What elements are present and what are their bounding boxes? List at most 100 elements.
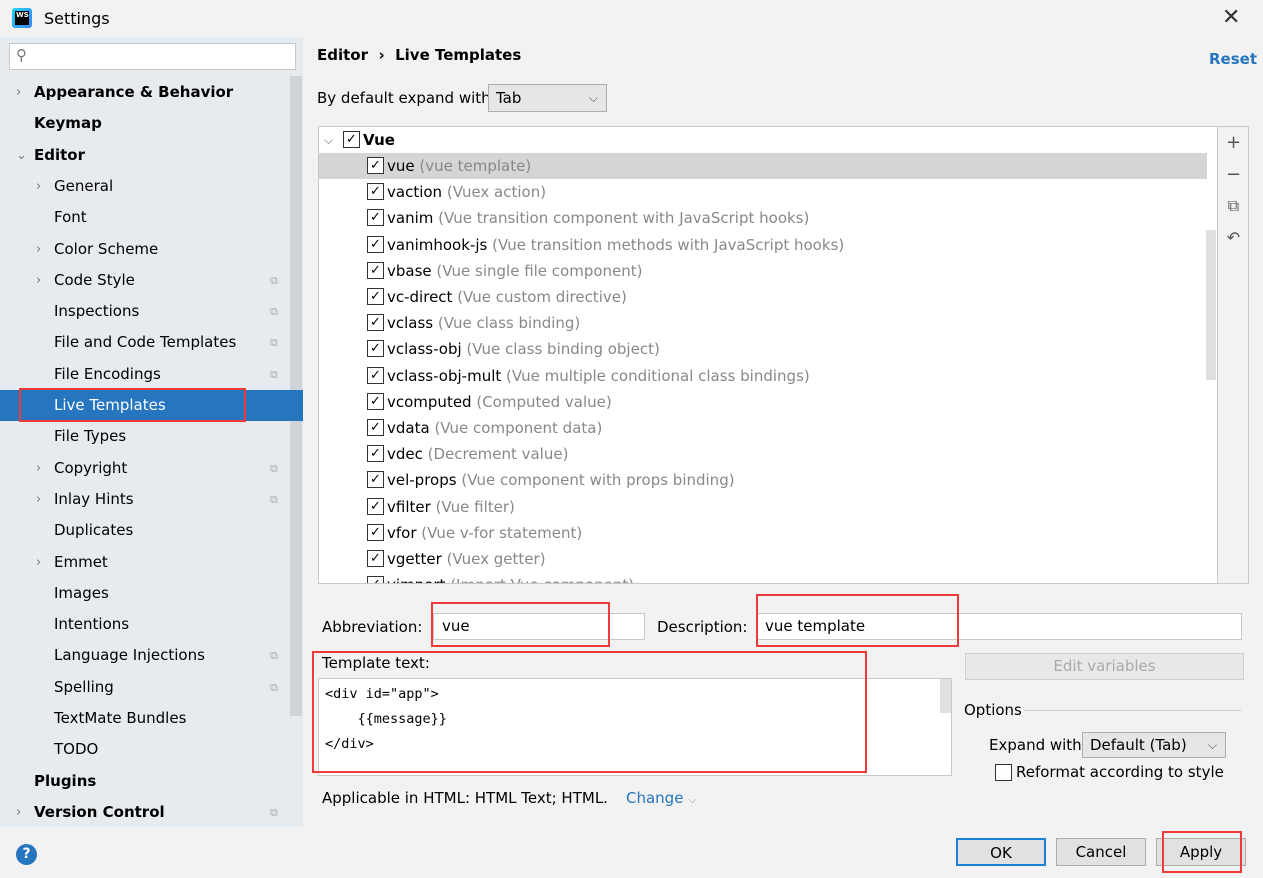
template-text-label: Template text:	[322, 654, 430, 672]
sidebar-item[interactable]: TODO	[0, 734, 290, 765]
chevron-down-icon: ⌵	[324, 133, 334, 147]
sidebar-item[interactable]: Font	[0, 202, 290, 233]
sidebar-item[interactable]: › Copyright ⧉	[0, 453, 290, 484]
window-title: Settings	[44, 9, 110, 28]
template-scrollbar[interactable]	[940, 679, 951, 713]
sidebar-item[interactable]: › Code Style ⧉	[0, 265, 290, 296]
template-checkbox[interactable]: ✓	[367, 576, 384, 583]
chevron-right-icon[interactable]: ›	[36, 453, 41, 484]
close-icon[interactable]: ✕	[1222, 5, 1240, 30]
template-row[interactable]: ✓ vclass-obj-mult (Vue multiple condition…	[319, 363, 1207, 389]
template-label: vclass-obj (Vue class binding object)	[387, 336, 660, 362]
template-checkbox[interactable]: ✓	[367, 314, 384, 332]
template-checkbox[interactable]: ✓	[367, 419, 384, 436]
sidebar-item[interactable]: › Version Control ⧉	[0, 797, 290, 828]
copy-icon[interactable]: ⧉	[1218, 196, 1249, 216]
sidebar-item[interactable]: Plugins	[0, 766, 290, 797]
cancel-button[interactable]: Cancel	[1056, 838, 1146, 866]
template-checkbox[interactable]: ✓	[367, 471, 384, 489]
template-row[interactable]: ✓ vue (vue template)	[319, 153, 1207, 179]
template-row[interactable]: ✓ vanim (Vue transition component with Ja…	[319, 205, 1207, 231]
template-checkbox[interactable]: ✓	[367, 497, 384, 515]
expand-with-select[interactable]: Default (Tab) ⌵	[1082, 732, 1226, 758]
template-checkbox[interactable]: ✓	[367, 209, 384, 227]
sidebar-item[interactable]: ⌄ Editor	[0, 140, 290, 171]
template-row[interactable]: ✓ vgetter (Vuex getter)	[319, 546, 1207, 572]
chevron-right-icon[interactable]: ›	[36, 234, 41, 265]
template-label: vimport (Import Vue component)	[387, 572, 634, 583]
template-checkbox[interactable]: ✓	[367, 523, 384, 541]
sidebar-item[interactable]: Duplicates	[0, 515, 290, 546]
sidebar-item[interactable]: Spelling ⧉	[0, 672, 290, 703]
remove-icon[interactable]: −	[1218, 164, 1249, 185]
sidebar-item[interactable]: File Encodings ⧉	[0, 359, 290, 390]
template-text-editor[interactable]: <div id="app"> {{message}} </div>	[318, 678, 952, 776]
sidebar-item[interactable]: TextMate Bundles	[0, 703, 290, 734]
sidebar-item[interactable]: Inspections ⧉	[0, 296, 290, 327]
sidebar-item[interactable]: File Types	[0, 421, 290, 452]
sidebar-item[interactable]: Language Injections ⧉	[0, 640, 290, 671]
sidebar-item[interactable]: › Appearance & Behavior	[0, 77, 290, 108]
template-row[interactable]: ✓ vdec (Decrement value)	[319, 441, 1207, 467]
template-checkbox[interactable]: ✓	[367, 392, 384, 410]
template-row[interactable]: ✓ vanimhook-js (Vue transition methods wi…	[319, 232, 1207, 258]
template-checkbox[interactable]: ✓	[367, 366, 384, 384]
template-row[interactable]: ✓ vaction (Vuex action)	[319, 179, 1207, 205]
template-group-row[interactable]: ⌵ ✓ Vue	[319, 127, 1207, 153]
search-input[interactable]: ⚲	[9, 43, 296, 70]
template-label: vclass (Vue class binding)	[387, 310, 580, 336]
template-row[interactable]: ✓ vfilter (Vue filter)	[319, 494, 1207, 520]
ok-button[interactable]: OK	[956, 838, 1046, 866]
template-checkbox[interactable]: ✓	[367, 183, 384, 201]
logo-text: WS	[15, 11, 29, 25]
revert-icon[interactable]: ↶	[1218, 228, 1249, 247]
sidebar-item[interactable]: File and Code Templates ⧉	[0, 327, 290, 358]
sidebar-item[interactable]: › Inlay Hints ⧉	[0, 484, 290, 515]
template-checkbox[interactable]: ✓	[367, 340, 384, 358]
sidebar-item[interactable]: › General	[0, 171, 290, 202]
chevron-right-icon[interactable]: ›	[36, 265, 41, 296]
sidebar-item[interactable]: Intentions	[0, 609, 290, 640]
abbreviation-input[interactable]: vue	[433, 613, 645, 640]
add-icon[interactable]: +	[1218, 132, 1249, 153]
template-checkbox[interactable]: ✓	[367, 288, 384, 305]
reformat-checkbox[interactable]	[995, 764, 1012, 781]
sidebar-item[interactable]: Keymap	[0, 108, 290, 139]
template-row[interactable]: ✓ vbase (Vue single file component)	[319, 258, 1207, 284]
apply-button[interactable]: Apply	[1156, 838, 1246, 866]
help-icon[interactable]: ?	[16, 844, 37, 865]
edit-variables-button[interactable]: Edit variables	[965, 653, 1244, 680]
chevron-right-icon[interactable]: ›	[36, 171, 41, 202]
sidebar-item[interactable]: Images	[0, 578, 290, 609]
chevron-right-icon[interactable]: ›	[36, 547, 41, 578]
chevron-right-icon[interactable]: ›	[16, 77, 21, 108]
sidebar-item[interactable]: › Emmet	[0, 547, 290, 578]
template-row[interactable]: ✓vimport (Import Vue component)	[319, 572, 1207, 583]
template-checkbox[interactable]: ✓	[367, 157, 384, 174]
group-checkbox[interactable]: ✓	[343, 131, 360, 148]
template-row[interactable]: ✓ vel-props (Vue component with props bin…	[319, 467, 1207, 493]
template-row[interactable]: ✓ vclass-obj (Vue class binding object)	[319, 336, 1207, 362]
change-contexts-link[interactable]: Change ⌵	[626, 789, 697, 807]
template-row[interactable]: ✓ vc-direct (Vue custom directive)	[319, 284, 1207, 310]
templates-scrollbar[interactable]	[1206, 230, 1216, 380]
template-row[interactable]: ✓ vcomputed (Computed value)	[319, 389, 1207, 415]
template-checkbox[interactable]: ✓	[367, 235, 384, 253]
chevron-down-icon[interactable]: ⌄	[16, 140, 27, 171]
template-label: vcomputed (Computed value)	[387, 389, 612, 415]
description-input[interactable]: vue template	[756, 613, 1242, 640]
template-row[interactable]: ✓ vdata (Vue component data)	[319, 415, 1207, 441]
template-row[interactable]: ✓ vfor (Vue v-for statement)	[319, 520, 1207, 546]
sidebar-item[interactable]: › Color Scheme	[0, 234, 290, 265]
chevron-right-icon[interactable]: ›	[16, 797, 21, 828]
template-name: vfilter	[387, 497, 431, 516]
options-divider	[1024, 710, 1241, 711]
default-expand-select[interactable]: Tab ⌵	[488, 84, 607, 112]
template-row[interactable]: ✓ vclass (Vue class binding)	[319, 310, 1207, 336]
template-checkbox[interactable]: ✓	[367, 445, 384, 463]
chevron-right-icon[interactable]: ›	[36, 484, 41, 515]
template-checkbox[interactable]: ✓	[367, 261, 384, 279]
template-checkbox[interactable]: ✓	[367, 550, 384, 567]
reset-link[interactable]: Reset	[1209, 50, 1257, 68]
sidebar-item[interactable]: Live Templates	[0, 390, 303, 421]
